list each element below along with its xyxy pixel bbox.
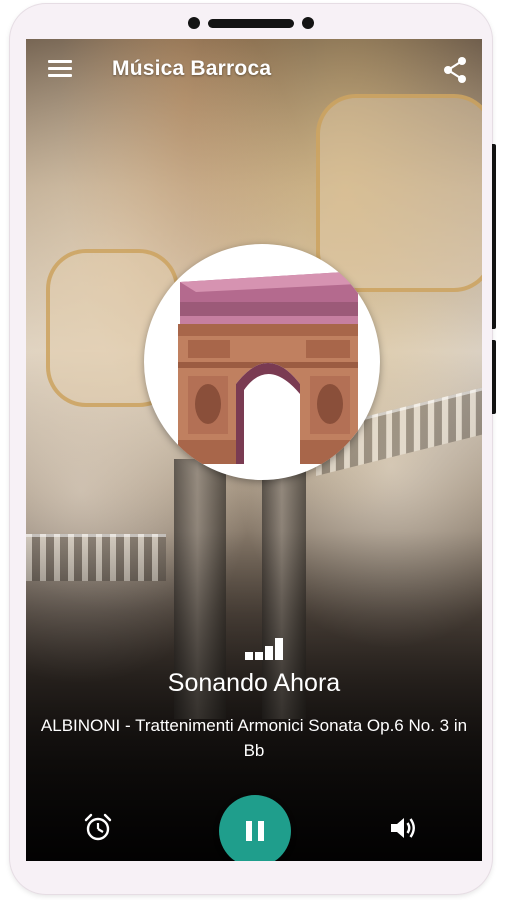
- volume-icon[interactable]: [388, 813, 418, 843]
- volume-rocker: [492, 144, 496, 329]
- app-screen: Música Barroca Sonando Ahora ALBINONI - …: [26, 39, 482, 861]
- speaker-grill: [208, 19, 294, 28]
- equalizer-icon: [245, 636, 283, 660]
- player-controls: [26, 795, 482, 861]
- power-button: [492, 340, 496, 414]
- arc-de-triomphe-image: [178, 272, 358, 464]
- share-icon[interactable]: [440, 55, 470, 85]
- app-title: Música Barroca: [112, 57, 272, 80]
- now-playing-label: Sonando Ahora: [167, 669, 341, 697]
- camera-dot: [188, 17, 200, 29]
- album-artwork: [144, 244, 380, 480]
- pause-icon: [246, 821, 252, 841]
- pause-button[interactable]: [219, 795, 291, 861]
- alarm-icon[interactable]: [83, 813, 113, 843]
- sensor-dot: [302, 17, 314, 29]
- phone-frame: Música Barroca Sonando Ahora ALBINONI - …: [10, 4, 496, 894]
- app-bar: Música Barroca: [26, 39, 482, 101]
- menu-icon[interactable]: [46, 57, 74, 81]
- track-title: ALBINONI - Trattenimenti Armonici Sonata…: [40, 716, 468, 760]
- pause-icon: [258, 821, 264, 841]
